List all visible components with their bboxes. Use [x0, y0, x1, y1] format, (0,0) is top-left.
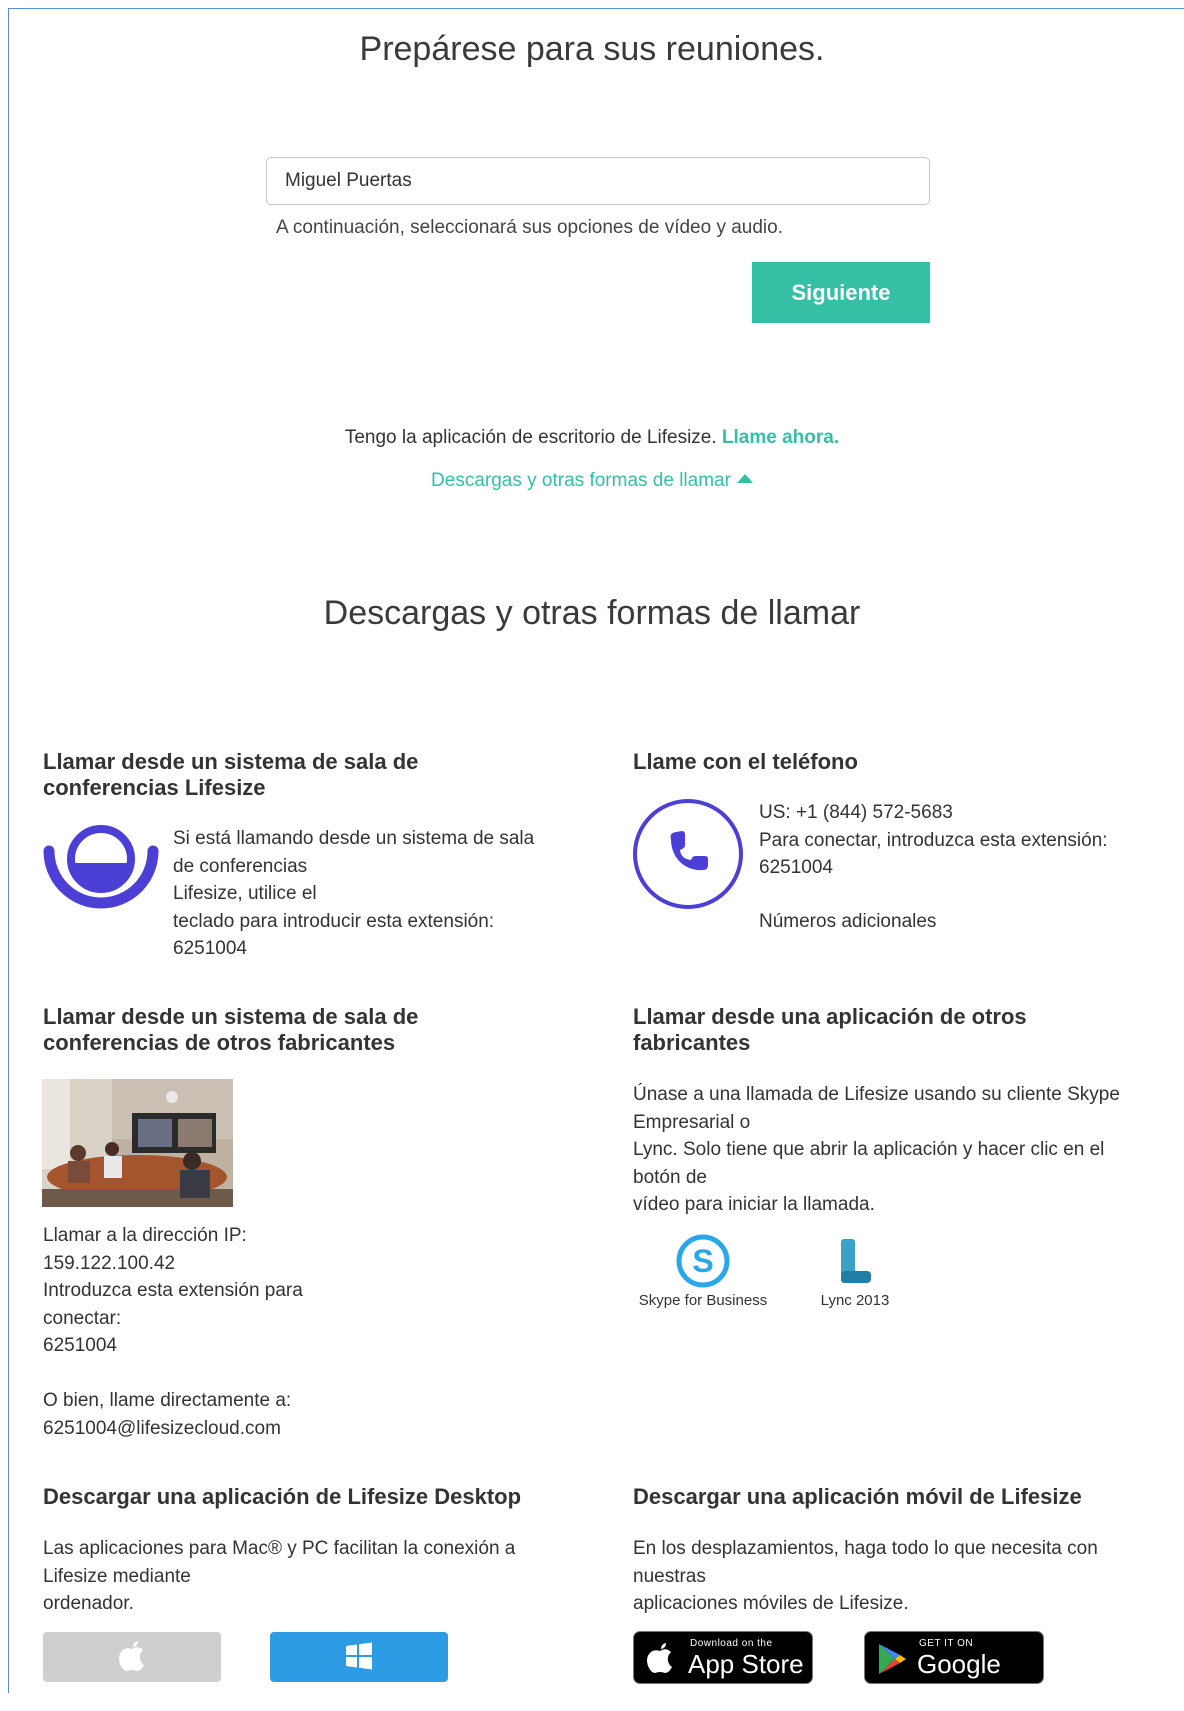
google-play-small-text: GET IT ON [919, 1638, 974, 1649]
text-line: Lifesize mediante [43, 1565, 191, 1587]
desktop-app-line: Tengo la aplicación de escritorio de Lif… [0, 427, 1184, 449]
mac-download-button[interactable] [43, 1632, 221, 1682]
text-line: 6251004 [759, 857, 833, 878]
text-line: aplicaciones móviles de Lifesize. [633, 1593, 909, 1614]
apple-icon [647, 1643, 672, 1673]
text-line: Para conectar, introduzca esta extensión… [759, 829, 1108, 851]
text-line: Únase a una llamada de Lifesize usando s… [633, 1084, 1120, 1105]
text-line: teclado para introducir esta extensión: [173, 910, 495, 932]
other-app-heading-line: fabricantes [633, 1030, 751, 1055]
lync-icon [841, 1239, 871, 1283]
page-title: Prepárese para sus reuniones. [359, 30, 825, 68]
phone-number: US: +1 (844) 572-5683 [759, 802, 953, 823]
downloads-section-title: Descargas y otras formas de llamar [323, 594, 861, 632]
call-now-link[interactable]: Llame ahora. [722, 427, 839, 448]
phone-text: US: +1 (844) 572-5683 Para conectar, int… [759, 799, 1108, 882]
text-line: 6251004 [173, 938, 247, 959]
windows-icon [346, 1642, 372, 1669]
lifesize-room-text: Si está llamando desde un sistema de sal… [173, 825, 534, 963]
downloads-toggle[interactable]: Descargas y otras formas de llamar [0, 470, 1184, 492]
lifesize-room-heading-line: Llamar desde un sistema de sala de [43, 749, 419, 774]
phone-icon [633, 799, 743, 909]
caret-up-icon [736, 474, 753, 483]
svg-text:S: S [692, 1243, 713, 1279]
google-play-big-text: Google Play [917, 1649, 1001, 1710]
apple-icon [119, 1640, 144, 1671]
text-line: de conferencias [173, 855, 308, 877]
mobile-download-text: En los desplazamientos, haga todo lo que… [633, 1535, 1098, 1618]
app-store-badge[interactable]: Download on the App Store [633, 1631, 813, 1684]
lifesize-room-heading: Llamar desde un sistema de sala de confe… [43, 749, 418, 801]
other-room-text: Llamar a la dirección IP: 159.122.100.42… [43, 1222, 303, 1360]
other-app-heading: Llamar desde una aplicación de otros fab… [633, 1004, 1027, 1056]
desktop-download-heading: Descargar una aplicación de Lifesize Des… [43, 1484, 522, 1509]
app-store-small-text: Download on the [690, 1638, 773, 1649]
windows-download-button[interactable] [270, 1632, 448, 1682]
other-room-direct: O bien, llame directamente a: 6251004@li… [43, 1387, 291, 1442]
app-store-big-text: App Store [688, 1649, 804, 1679]
text-line: nuestras [633, 1565, 706, 1587]
desktop-download-text: Las aplicaciones para Mac® y PC facilita… [43, 1535, 515, 1618]
lync-label: Lync 2013 [820, 1292, 890, 1309]
text-line: O bien, llame directamente a: [43, 1390, 292, 1411]
skype-label: Skype for Business [638, 1292, 768, 1309]
phone-heading: Llame con el teléfono [633, 749, 858, 774]
text-line: 6251004 [43, 1335, 117, 1356]
other-room-heading-line: conferencias de otros fabricantes [43, 1030, 396, 1055]
other-app-heading-line: Llamar desde una aplicación de otros [633, 1004, 1027, 1029]
sip-address: 6251004@lifesizecloud.com [43, 1417, 281, 1439]
next-button[interactable]: Siguiente [752, 262, 930, 323]
other-app-text: Únase a una llamada de Lifesize usando s… [633, 1081, 1120, 1219]
name-input[interactable] [266, 157, 930, 205]
skype-icon: S [676, 1234, 730, 1288]
text-line: Introduzca esta extensión para [43, 1280, 303, 1301]
lync-app-link[interactable]: Lync 2013 [810, 1233, 900, 1309]
ip-address: 159.122.100.42 [43, 1252, 176, 1274]
text-line: Lifesize, utilice el [173, 883, 317, 904]
text-line: conectar: [43, 1307, 122, 1329]
other-room-heading-line: Llamar desde un sistema de sala de [43, 1004, 419, 1029]
other-room-heading: Llamar desde un sistema de sala de confe… [43, 1004, 418, 1056]
google-play-icon [879, 1644, 906, 1674]
text-line: botón de [633, 1166, 707, 1188]
text-line: Las aplicaciones para Mac® y PC facilita… [43, 1538, 516, 1559]
desktop-app-text: Tengo la aplicación de escritorio de Lif… [344, 427, 722, 448]
text-line: En los desplazamientos, haga todo lo que… [633, 1538, 1098, 1559]
text-line: vídeo para iniciar la llamada. [633, 1194, 875, 1215]
text-line: ordenador. [43, 1593, 134, 1614]
google-play-badge[interactable]: GET IT ON Google Play [864, 1631, 1044, 1710]
additional-numbers-link[interactable]: Números adicionales [759, 908, 936, 936]
skype-app-link[interactable]: S Skype for Business [633, 1233, 773, 1309]
conference-room-photo [42, 1079, 233, 1207]
downloads-toggle-label: Descargas y otras formas de llamar [431, 470, 731, 491]
lifesize-room-heading-line: conferencias Lifesize [43, 775, 266, 800]
text-line: Lync. Solo tiene que abrir la aplicación… [633, 1139, 1105, 1160]
text-line: Si está llamando desde un sistema de sal… [173, 828, 535, 849]
name-hint: A continuación, seleccionará sus opcione… [276, 217, 783, 238]
mobile-download-heading: Descargar una aplicación móvil de Lifesi… [633, 1484, 1082, 1509]
lifesize-logo-icon [43, 825, 159, 909]
text-line: Llamar a la dirección IP: [43, 1225, 247, 1246]
text-line: Empresarial o [633, 1111, 751, 1133]
